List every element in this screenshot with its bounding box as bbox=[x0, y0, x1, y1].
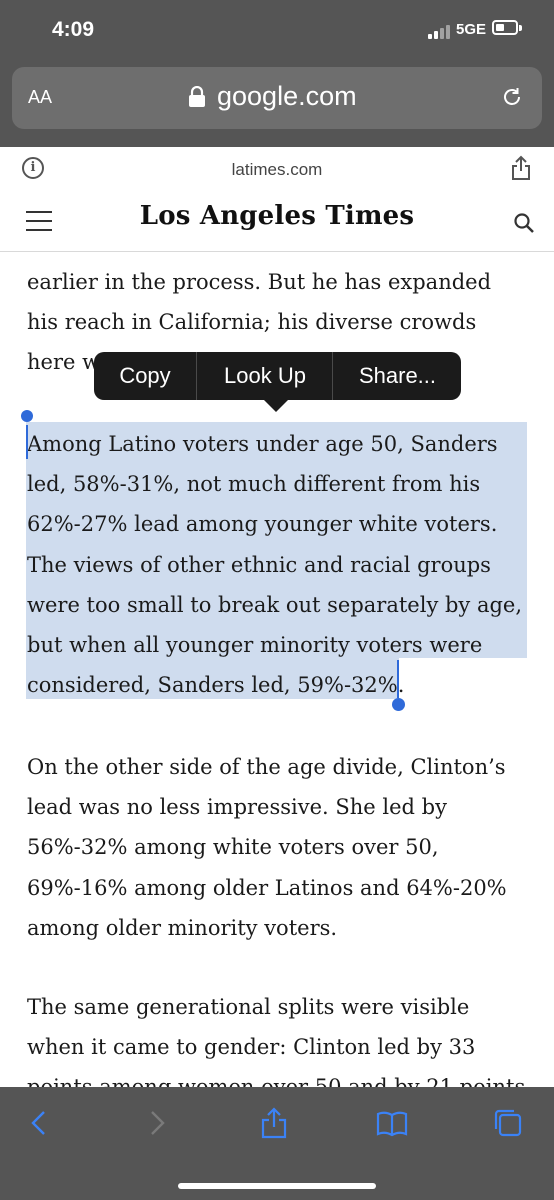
network-type: 5GE bbox=[456, 21, 487, 38]
address-bar[interactable]: AA google.com bbox=[12, 67, 542, 129]
bookmarks-icon[interactable] bbox=[376, 1107, 408, 1139]
article-paragraph: On the other side of the age divide, Cli… bbox=[27, 755, 507, 940]
edit-callout-menu: Copy Look Up Share... bbox=[94, 352, 461, 400]
search-icon[interactable] bbox=[513, 212, 535, 234]
text-size-button[interactable]: AA bbox=[28, 87, 52, 108]
url-text[interactable]: google.com bbox=[217, 81, 357, 112]
site-header: Los Angeles Times bbox=[0, 191, 554, 252]
share-icon[interactable] bbox=[258, 1107, 290, 1139]
selection-end-caret bbox=[397, 660, 399, 698]
share-menu-button[interactable]: Share... bbox=[332, 352, 462, 400]
callout-arrow bbox=[264, 400, 288, 412]
browser-chrome: 4:09 5GE AA google.com bbox=[0, 0, 554, 147]
battery-icon bbox=[492, 20, 518, 35]
back-icon[interactable] bbox=[24, 1107, 56, 1139]
site-info-bar: i latimes.com bbox=[0, 147, 554, 192]
text-size-label: AA bbox=[28, 87, 53, 107]
site-domain: latimes.com bbox=[231, 160, 323, 179]
selection-end-handle[interactable] bbox=[392, 698, 405, 711]
lock-icon bbox=[189, 86, 205, 107]
battery-tip bbox=[519, 25, 522, 31]
selection-start-caret bbox=[26, 425, 28, 459]
status-time: 4:09 bbox=[52, 18, 95, 41]
tabs-icon[interactable] bbox=[492, 1107, 524, 1139]
home-indicator[interactable] bbox=[178, 1183, 376, 1189]
signal-strength-icon bbox=[428, 23, 452, 39]
reload-icon[interactable] bbox=[500, 85, 524, 109]
look-up-button[interactable]: Look Up bbox=[196, 352, 333, 400]
site-logo[interactable]: Los Angeles Times bbox=[0, 201, 554, 231]
selection-start-handle[interactable] bbox=[21, 410, 33, 422]
selected-paragraph[interactable]: Among Latino voters under age 50, Sander… bbox=[27, 424, 527, 705]
share-icon[interactable] bbox=[510, 155, 532, 181]
copy-button[interactable]: Copy bbox=[94, 352, 196, 400]
forward-icon[interactable] bbox=[140, 1107, 172, 1139]
